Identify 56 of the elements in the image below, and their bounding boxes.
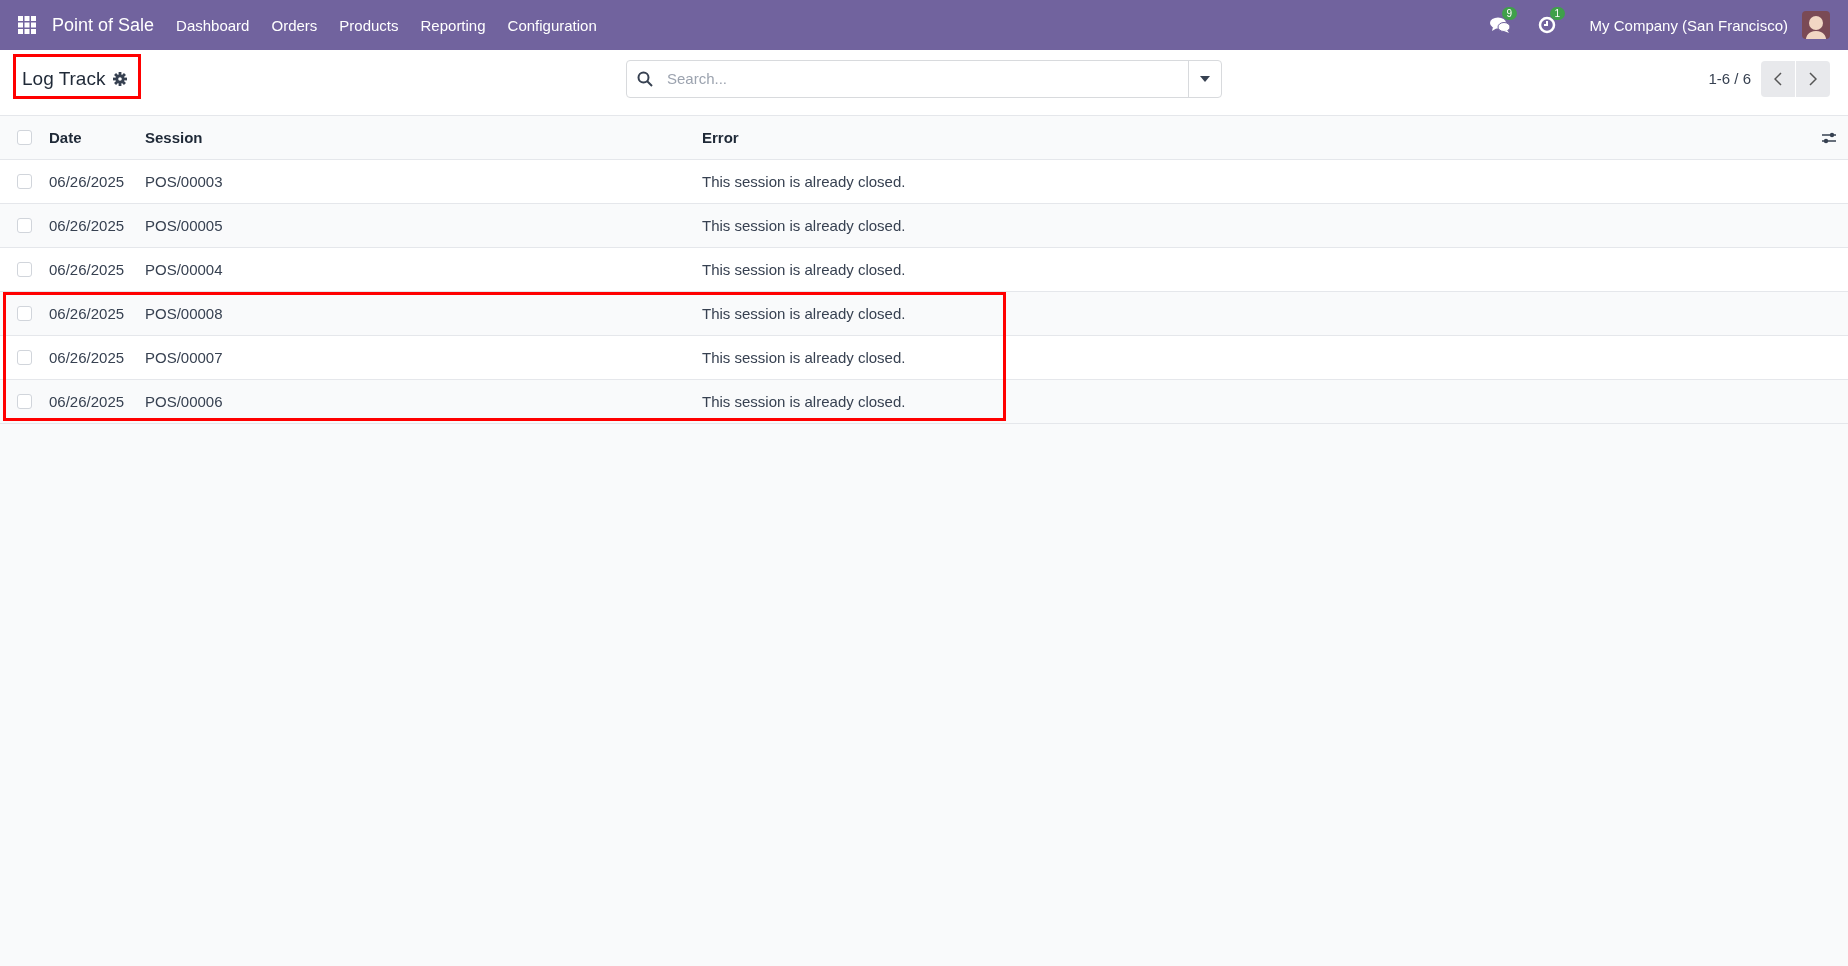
row-checkbox[interactable]	[17, 262, 32, 277]
search-input[interactable]: Search...	[665, 69, 1188, 88]
date-cell-text: 06/26/2025	[49, 173, 126, 190]
search-field[interactable]: Search...	[626, 59, 1222, 98]
row-checkbox[interactable]	[17, 394, 32, 409]
row-checkbox[interactable]	[17, 306, 32, 321]
date-cell-text: 06/26/2025	[49, 349, 126, 366]
search-icon	[637, 70, 653, 87]
table-row[interactable]: 06/26/2025 POS/00004 This session is already closed.	[0, 248, 1848, 292]
menu-item[interactable]: Dashboard	[176, 16, 250, 34]
chevron-left-icon	[1774, 71, 1782, 86]
previous-page-button[interactable]	[1761, 60, 1795, 97]
chat-icon[interactable]	[1489, 16, 1512, 34]
error-cell-text: This session is already closed.	[702, 393, 907, 410]
session-cell-text: POS/00005	[145, 217, 224, 234]
clock-icon[interactable]	[1537, 16, 1556, 34]
pager-value[interactable]: 1-6 / 6	[1708, 70, 1751, 87]
table-row[interactable]: 06/26/2025 POS/00007 This session is already closed.	[0, 336, 1848, 380]
column-header[interactable]: Error	[702, 129, 1848, 146]
menu-item[interactable]: Reporting	[420, 16, 486, 34]
table-row[interactable]: 06/26/2025 POS/00003 This session is already closed.	[0, 160, 1848, 204]
date-cell-text: 06/26/2025	[49, 393, 126, 410]
column-options-icon[interactable]	[1822, 131, 1836, 144]
row-checkbox[interactable]	[17, 350, 32, 365]
caret-icon	[1200, 75, 1210, 82]
error-cell-text: This session is already closed.	[702, 217, 907, 234]
settings-icon[interactable]	[113, 71, 128, 86]
activity-count-badge: 1	[1549, 7, 1566, 20]
select-all-checkbox[interactable]	[17, 130, 32, 145]
menu-item[interactable]: Orders	[271, 16, 318, 34]
row-checkbox[interactable]	[17, 218, 32, 233]
menu-item[interactable]: Configuration	[507, 16, 597, 34]
app-menu-icon[interactable]	[18, 16, 36, 34]
date-cell-text: 06/26/2025	[49, 217, 126, 234]
session-cell-text: POS/00004	[145, 261, 224, 278]
chevron-right-icon	[1809, 71, 1817, 86]
column-header[interactable]: Session	[145, 129, 702, 146]
session-cell-text: POS/00007	[145, 349, 224, 366]
row-checkbox[interactable]	[17, 174, 32, 189]
date-cell-text: 06/26/2025	[49, 261, 126, 278]
error-cell-text: This session is already closed.	[702, 305, 907, 322]
app-name[interactable]: Point of Sale	[52, 14, 155, 36]
error-cell-text: This session is already closed.	[702, 261, 907, 278]
error-cell-text: This session is already closed.	[702, 349, 907, 366]
message-count-badge: 9	[1501, 7, 1518, 20]
page-title: Log Track	[22, 67, 106, 90]
session-cell-text: POS/00006	[145, 393, 224, 410]
session-cell-text: POS/00003	[145, 173, 224, 190]
date-cell-text: 06/26/2025	[49, 305, 126, 322]
menu-item[interactable]: Products	[339, 16, 399, 34]
session-cell-text: POS/00008	[145, 305, 224, 322]
error-cell-text: This session is already closed.	[702, 173, 907, 190]
company-switcher[interactable]: My Company (San Francisco)	[1589, 16, 1788, 34]
user-avatar[interactable]	[1802, 11, 1830, 39]
column-header[interactable]: Date	[49, 129, 145, 146]
next-page-button[interactable]	[1796, 60, 1830, 97]
